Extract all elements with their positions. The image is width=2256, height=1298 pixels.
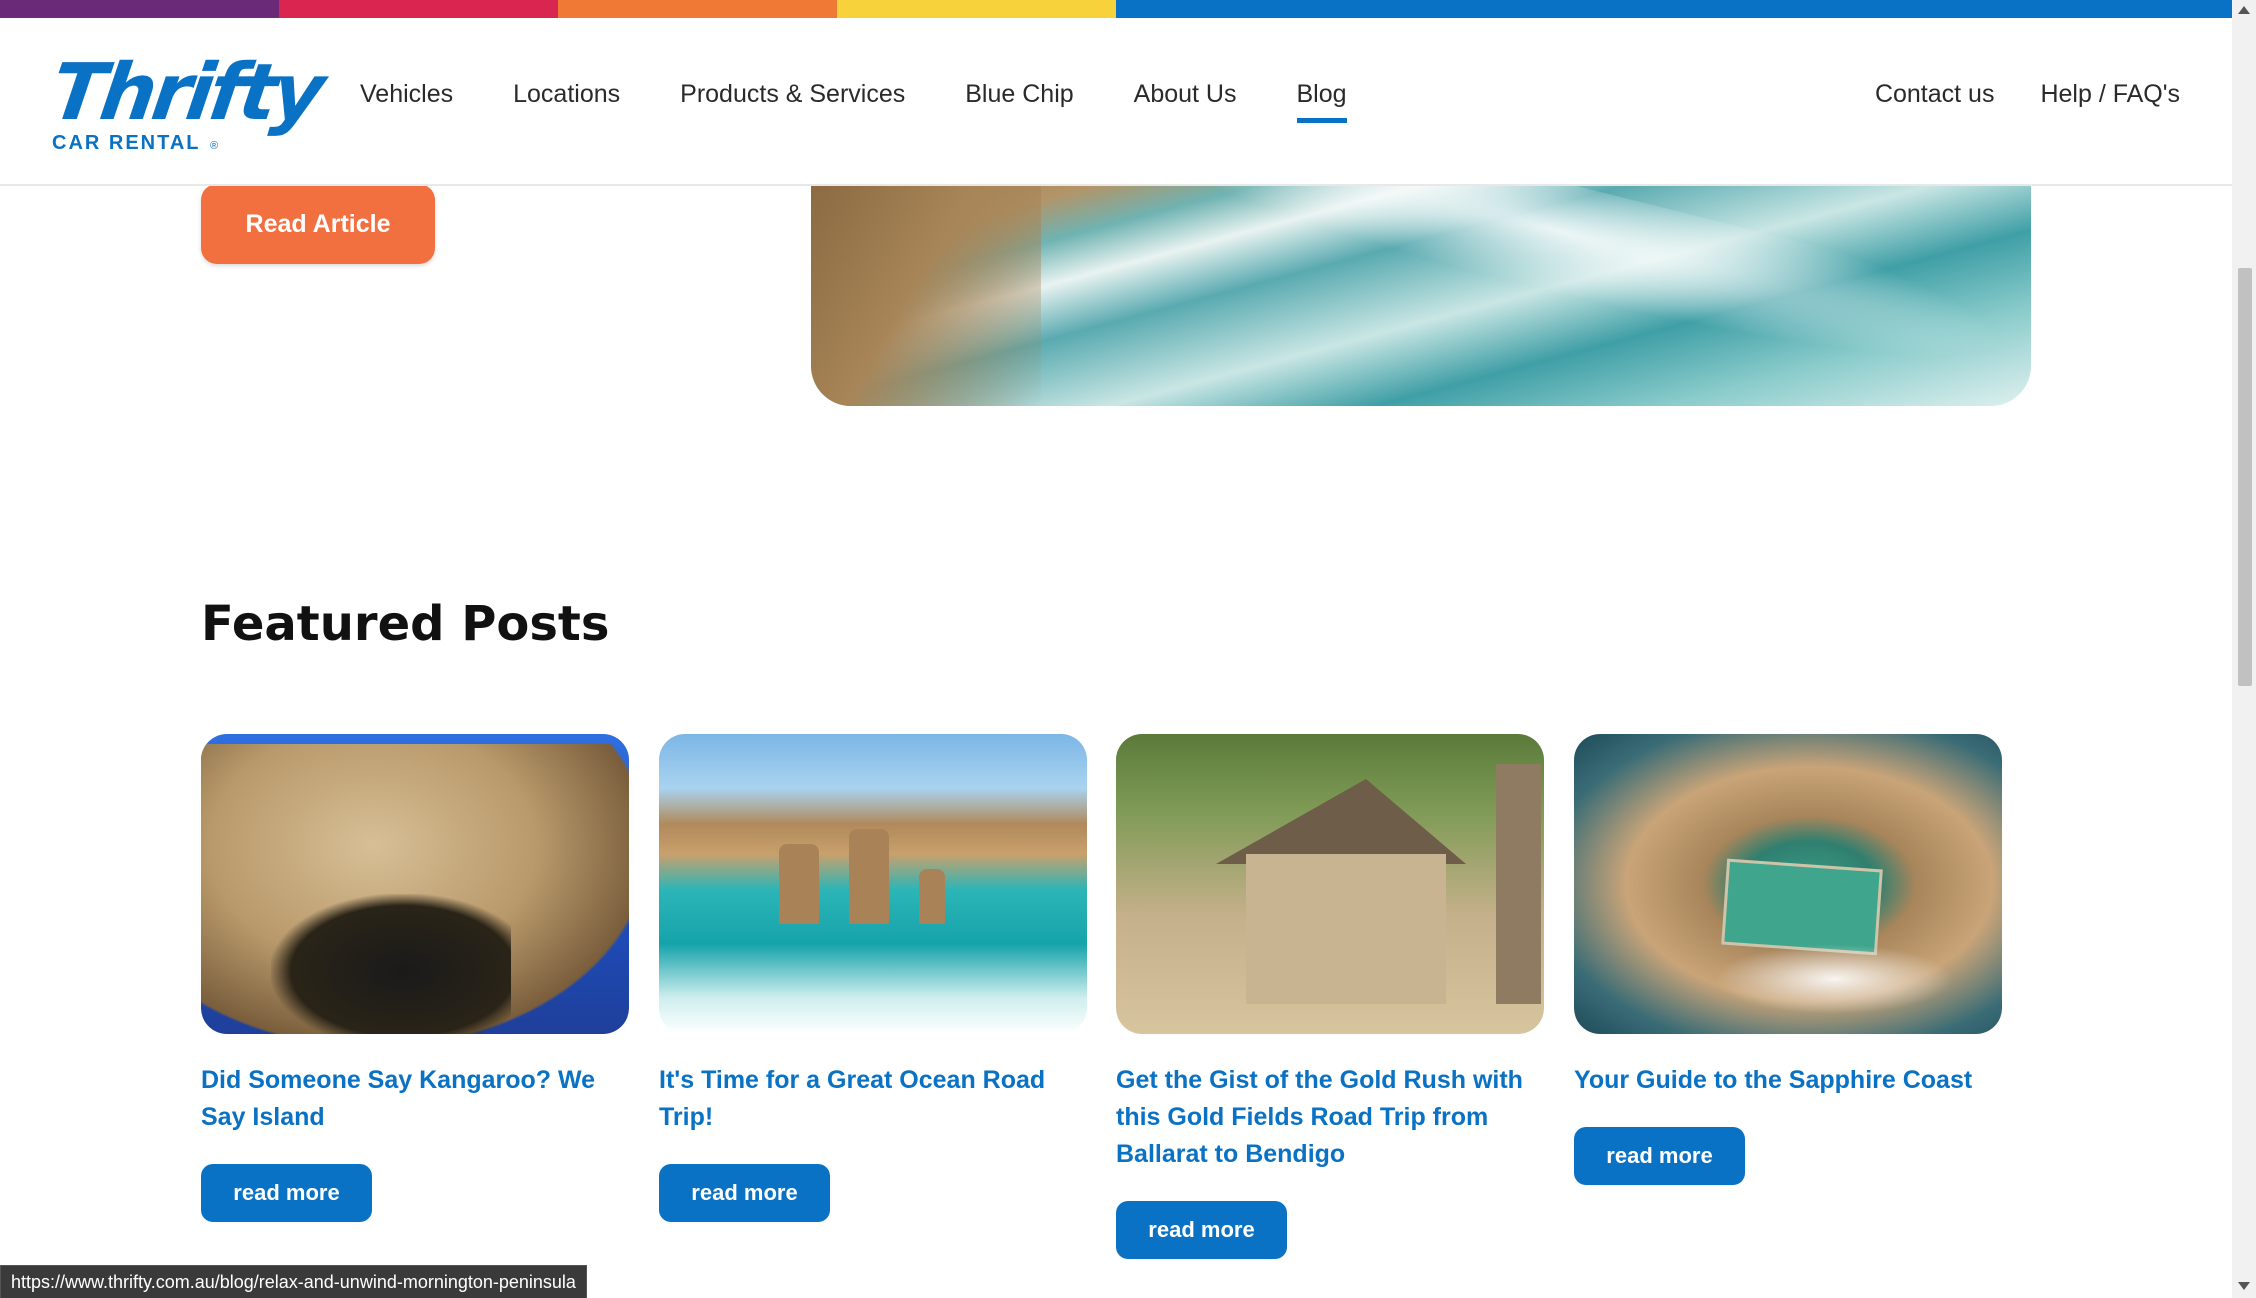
post-title-link[interactable]: Your Guide to the Sapphire Coast	[1574, 1062, 2002, 1099]
post-card: Get the Gist of the Gold Rush with this …	[1116, 734, 1544, 1259]
post-card: Your Guide to the Sapphire Coast read mo…	[1574, 734, 2002, 1185]
nav-help-faq[interactable]: Help / FAQ's	[2040, 80, 2180, 109]
read-more-button[interactable]: read more	[201, 1164, 372, 1222]
read-more-button[interactable]: read more	[1574, 1127, 1745, 1185]
hero-coastline-image	[811, 184, 2031, 406]
scroll-down-arrow-icon[interactable]	[2238, 1282, 2250, 1290]
post-image-sapphire-coast[interactable]	[1574, 734, 2002, 1034]
logo-wordmark: Thrifty	[45, 48, 327, 138]
site-header: Thrifty CAR RENTAL ® Vehicles Locations …	[0, 18, 2232, 186]
logo-subtitle: CAR RENTAL	[52, 132, 201, 154]
post-title-link[interactable]: Did Someone Say Kangaroo? We Say Island	[201, 1062, 629, 1136]
nav-blue-chip[interactable]: Blue Chip	[965, 80, 1073, 123]
post-title-link[interactable]: It's Time for a Great Ocean Road Trip!	[659, 1062, 1087, 1136]
post-title-link[interactable]: Get the Gist of the Gold Rush with this …	[1116, 1062, 1544, 1173]
post-image-kangaroo-island[interactable]	[201, 734, 629, 1034]
post-card: It's Time for a Great Ocean Road Trip! r…	[659, 734, 1087, 1222]
thrifty-logo[interactable]: Thrifty CAR RENTAL ®	[46, 48, 327, 160]
scrollbar-thumb[interactable]	[2238, 268, 2252, 686]
featured-posts-heading: Featured Posts	[201, 596, 610, 652]
scroll-up-arrow-icon[interactable]	[2238, 6, 2250, 14]
nav-about-us[interactable]: About Us	[1134, 80, 1237, 123]
utility-nav: Contact us Help / FAQ's	[1875, 80, 2180, 109]
main-nav: Vehicles Locations Products & Services B…	[360, 80, 1407, 123]
nav-products-services[interactable]: Products & Services	[680, 80, 905, 123]
read-more-button[interactable]: read more	[659, 1164, 830, 1222]
read-article-button[interactable]: Read Article	[201, 184, 435, 264]
read-more-button[interactable]: read more	[1116, 1201, 1287, 1259]
nav-vehicles[interactable]: Vehicles	[360, 80, 453, 123]
nav-blog[interactable]: Blog	[1296, 80, 1347, 123]
registered-mark-icon: ®	[210, 140, 219, 152]
post-image-great-ocean-road[interactable]	[659, 734, 1087, 1034]
page-scrollbar[interactable]	[2232, 0, 2256, 1298]
nav-contact-us[interactable]: Contact us	[1875, 80, 1995, 109]
post-card: Did Someone Say Kangaroo? We Say Island …	[201, 734, 629, 1222]
brand-color-stripe	[0, 0, 2232, 18]
post-image-gold-fields[interactable]	[1116, 734, 1544, 1034]
nav-locations[interactable]: Locations	[513, 80, 620, 123]
link-status-url: https://www.thrifty.com.au/blog/relax-an…	[0, 1265, 587, 1298]
